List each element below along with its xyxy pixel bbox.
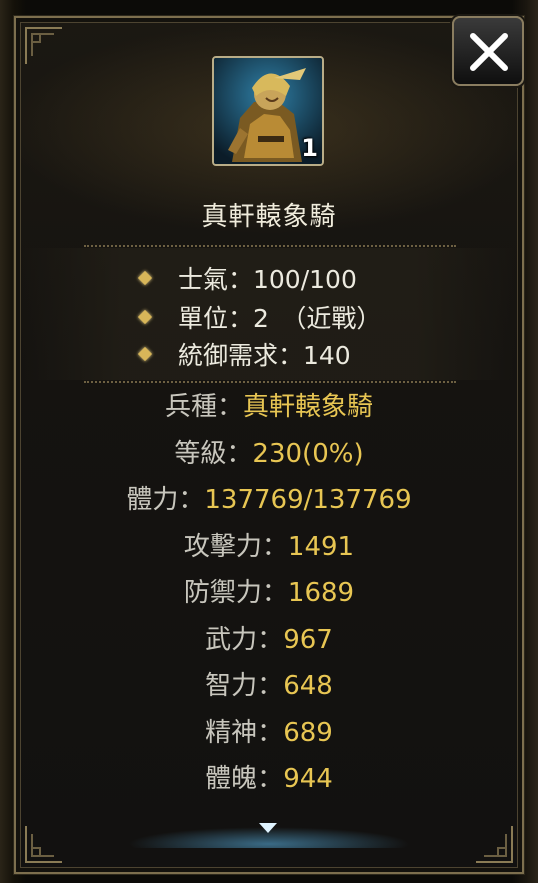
stat-row-troop-type: 兵種：真軒轅象騎 — [0, 386, 538, 426]
stat-value: 137769/137769 — [204, 485, 412, 515]
stat-value: 944 — [283, 764, 333, 794]
morale-text: 士氣：100/100 — [178, 265, 357, 294]
stat-row-strength: 武力：967 — [0, 619, 538, 659]
close-button[interactable] — [452, 16, 524, 86]
corner-ornament — [24, 824, 64, 864]
stat-label: 兵種： — [164, 392, 243, 422]
stat-value: 689 — [283, 718, 333, 748]
stat-value: 648 — [283, 671, 333, 701]
stat-label: 武力： — [205, 625, 284, 655]
stat-label: 體力： — [126, 485, 205, 515]
morale-line: 士氣：100/100 — [137, 261, 357, 295]
stat-value: 230(0%) — [252, 439, 364, 469]
stat-label: 精神： — [205, 718, 284, 748]
close-x-icon — [470, 33, 508, 71]
stat-value: 967 — [283, 625, 333, 655]
unit-name-title: 真軒轅象騎 — [201, 202, 337, 232]
stat-row-level: 等級：230(0%) — [0, 433, 538, 473]
divider — [84, 381, 456, 383]
stat-row-defense: 防禦力：1689 — [0, 572, 538, 612]
stat-label: 智力： — [205, 671, 284, 701]
unit-size-text: 單位：2 （近戰） — [178, 304, 382, 333]
corner-ornament — [24, 26, 64, 66]
stat-row-physique: 體魄：944 — [0, 758, 538, 798]
diamond-bullet-icon — [137, 346, 153, 362]
stat-value: 真軒轅象騎 — [243, 392, 374, 422]
stat-label: 攻擊力： — [183, 532, 288, 562]
stat-row-hp: 體力：137769/137769 — [0, 479, 538, 519]
command-requirement-text: 統御需求：140 — [178, 341, 351, 370]
corner-ornament — [474, 824, 514, 864]
stat-row-spirit: 精神：689 — [0, 712, 538, 752]
stat-row-attack: 攻擊力：1491 — [0, 526, 538, 566]
divider — [84, 245, 456, 247]
unit-portrait[interactable]: 1 — [212, 56, 324, 166]
stat-label: 等級： — [174, 439, 253, 469]
stat-value: 1491 — [287, 532, 355, 562]
scroll-down-arrow-icon[interactable] — [258, 822, 278, 834]
stat-label: 防禦力： — [183, 578, 288, 608]
stat-label: 體魄： — [205, 764, 284, 794]
stat-row-intelligence: 智力：648 — [0, 665, 538, 705]
diamond-bullet-icon — [137, 270, 153, 286]
stat-value: 1689 — [287, 578, 355, 608]
diamond-bullet-icon — [137, 309, 153, 325]
command-requirement-line: 統御需求：140 — [137, 337, 351, 371]
unit-count: 1 — [301, 134, 318, 162]
unit-size-line: 單位：2 （近戰） — [137, 300, 382, 334]
